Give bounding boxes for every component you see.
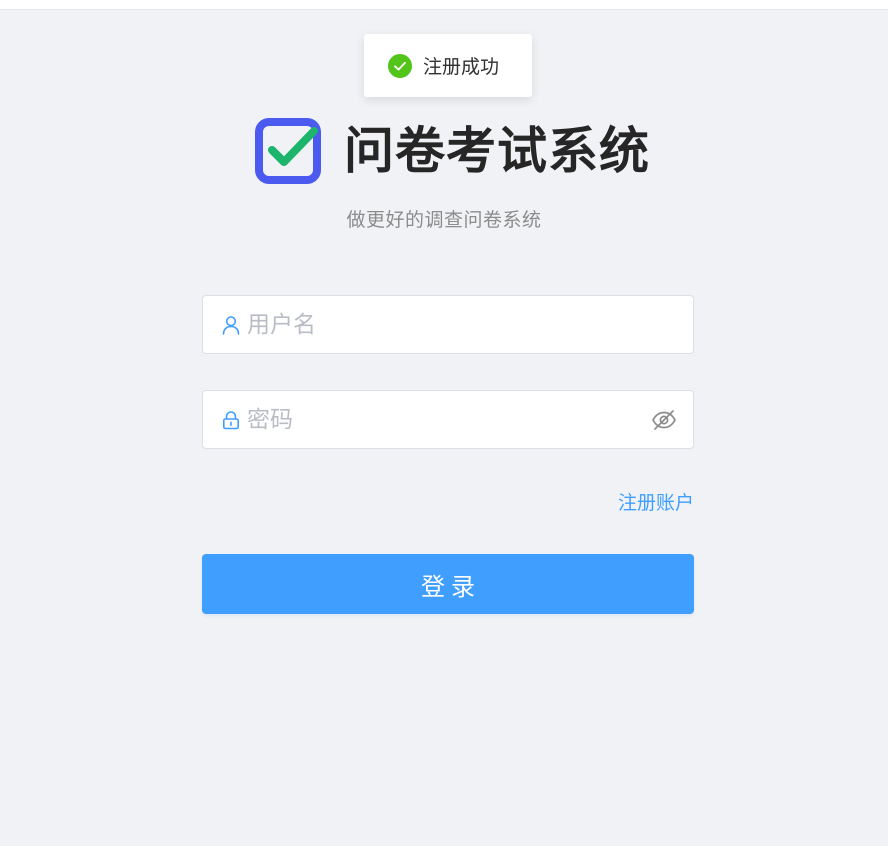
brand-header: 问卷考试系统 <box>254 117 650 185</box>
toast-message: 注册成功 <box>423 56 500 78</box>
password-input[interactable] <box>247 399 651 440</box>
app-subtitle: 做更好的调查问卷系统 <box>346 209 542 231</box>
username-input[interactable] <box>247 304 693 345</box>
username-field[interactable] <box>202 295 694 354</box>
success-toast: 注册成功 <box>364 34 532 97</box>
login-button[interactable]: 登录 <box>202 554 694 614</box>
top-bar <box>0 0 888 10</box>
eye-off-icon[interactable] <box>651 407 677 433</box>
register-account-link[interactable]: 注册账户 <box>618 488 694 515</box>
lock-icon <box>222 410 239 429</box>
checkbox-logo-icon <box>255 118 321 184</box>
success-check-icon <box>388 53 412 78</box>
app-title: 问卷考试系统 <box>344 122 650 180</box>
user-icon <box>222 315 240 335</box>
password-field[interactable] <box>202 390 694 449</box>
